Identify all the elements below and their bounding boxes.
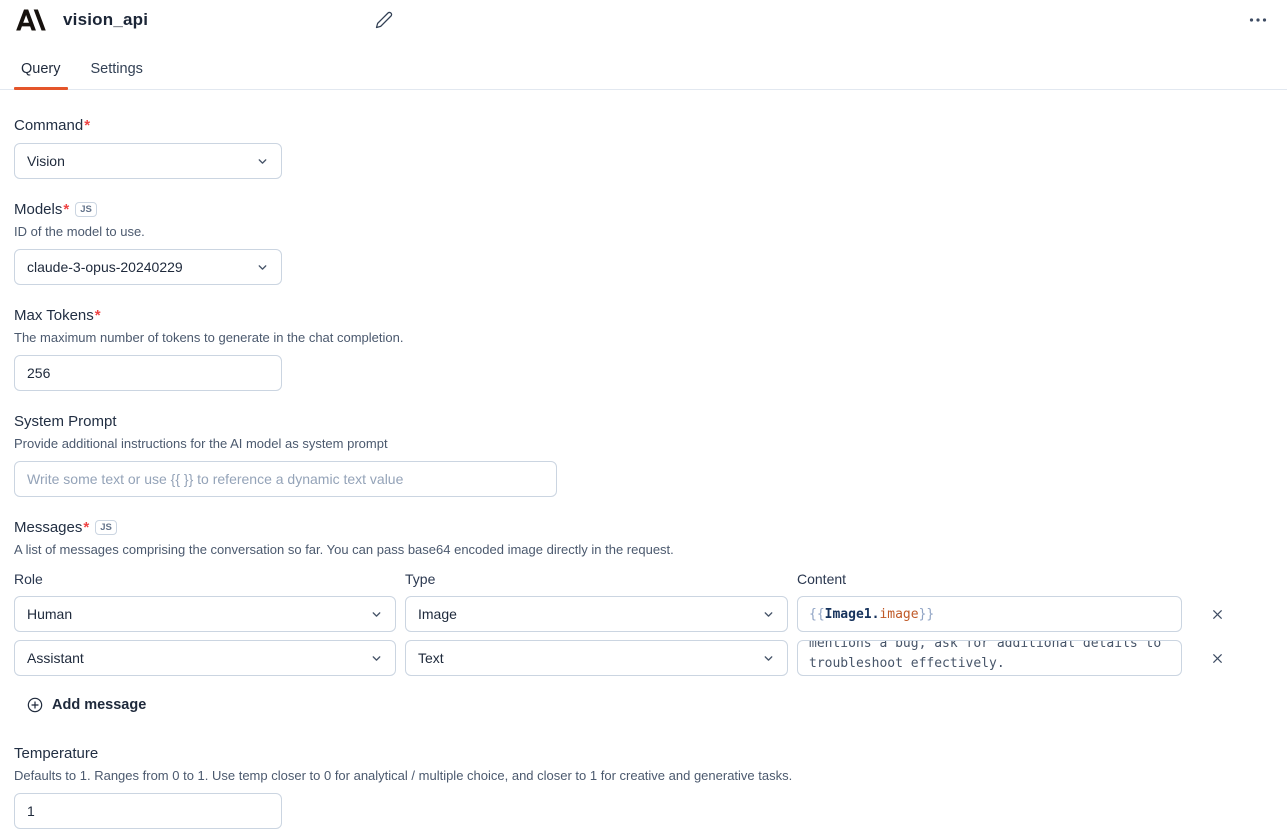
edit-title-button[interactable]	[371, 7, 397, 33]
models-helper-text: ID of the model to use.	[14, 224, 1273, 239]
max-tokens-label: Max Tokens*	[14, 307, 101, 324]
field-max-tokens: Max Tokens* The maximum number of tokens…	[14, 307, 1273, 391]
message-2-type-value: Text	[418, 650, 444, 666]
field-command: Command* Vision	[14, 117, 1273, 179]
field-models: Models* JS ID of the model to use. claud…	[14, 201, 1273, 285]
chevron-down-icon	[762, 652, 775, 665]
field-system-prompt: System Prompt Provide additional instruc…	[14, 413, 1273, 497]
more-options-button[interactable]	[1245, 13, 1271, 27]
max-tokens-input[interactable]	[14, 355, 282, 391]
plus-circle-icon	[27, 697, 43, 713]
system-prompt-input[interactable]	[14, 461, 557, 497]
close-icon	[1211, 652, 1224, 665]
message-1-role-select[interactable]: Human	[14, 596, 396, 632]
required-mark: *	[95, 307, 101, 324]
close-icon	[1211, 608, 1224, 621]
message-2-role-value: Assistant	[27, 650, 84, 666]
system-prompt-helper-text: Provide additional instructions for the …	[14, 436, 1273, 451]
anthropic-logo-icon	[16, 7, 46, 33]
message-1-type-select[interactable]: Image	[405, 596, 788, 632]
models-label: Models*	[14, 201, 69, 218]
command-select[interactable]: Vision	[14, 143, 282, 179]
page-title: vision_api	[63, 10, 371, 30]
message-2-remove-button[interactable]	[1203, 644, 1231, 672]
tab-bar: Query Settings	[0, 40, 1287, 90]
required-mark: *	[83, 519, 89, 536]
add-message-button[interactable]: Add message	[21, 693, 152, 717]
required-mark: *	[63, 201, 69, 218]
template-brace: }}	[919, 607, 935, 622]
pencil-icon	[375, 11, 393, 29]
messages-grid: Role Type Content Human Image {{Image1.i…	[14, 571, 1273, 676]
messages-label: Messages*	[14, 519, 89, 536]
models-js-toggle[interactable]: JS	[75, 202, 97, 217]
chevron-down-icon	[256, 155, 269, 168]
messages-js-toggle[interactable]: JS	[95, 520, 117, 535]
add-message-row: Add message	[14, 693, 1273, 718]
column-header-content: Content	[797, 571, 1182, 587]
chevron-down-icon	[762, 608, 775, 621]
template-brace: {{	[809, 607, 825, 622]
chevron-down-icon	[256, 261, 269, 274]
message-2-type-select[interactable]: Text	[405, 640, 788, 676]
messages-helper-text: A list of messages comprising the conver…	[14, 542, 1273, 557]
message-2-content-input[interactable]: mentions a bug, ask for additional detai…	[797, 640, 1182, 676]
temperature-input[interactable]	[14, 793, 282, 829]
message-1-role-value: Human	[27, 606, 72, 622]
max-tokens-helper-text: The maximum number of tokens to generate…	[14, 330, 1273, 345]
query-form: Command* Vision Models* JS ID of the mod…	[0, 90, 1287, 829]
content-line: troubleshoot effectively.	[809, 654, 1170, 674]
template-variable: Image1.	[825, 607, 880, 622]
field-messages: Messages* JS A list of messages comprisi…	[14, 519, 1273, 718]
temperature-label: Temperature	[14, 745, 98, 762]
app-header: vision_api	[0, 0, 1287, 40]
required-mark: *	[84, 117, 90, 134]
column-header-role: Role	[14, 571, 396, 587]
ellipsis-icon	[1249, 17, 1267, 23]
field-temperature: Temperature Defaults to 1. Ranges from 0…	[14, 745, 1273, 829]
chevron-down-icon	[370, 652, 383, 665]
temperature-helper-text: Defaults to 1. Ranges from 0 to 1. Use t…	[14, 768, 1273, 783]
tab-settings[interactable]: Settings	[84, 51, 150, 89]
add-message-label: Add message	[52, 697, 146, 713]
message-1-type-value: Image	[418, 606, 457, 622]
message-2-role-select[interactable]: Assistant	[14, 640, 396, 676]
models-select-value: claude-3-opus-20240229	[27, 259, 183, 275]
message-1-remove-button[interactable]	[1203, 600, 1231, 628]
chevron-down-icon	[370, 608, 383, 621]
command-label: Command*	[14, 117, 90, 134]
column-header-type: Type	[405, 571, 788, 587]
template-property: image	[879, 607, 918, 622]
command-select-value: Vision	[27, 153, 65, 169]
system-prompt-label: System Prompt	[14, 413, 117, 430]
tab-query[interactable]: Query	[14, 51, 68, 89]
content-line: mentions a bug, ask for additional detai…	[809, 640, 1170, 654]
models-select[interactable]: claude-3-opus-20240229	[14, 249, 282, 285]
message-1-content-input[interactable]: {{Image1.image}}	[797, 596, 1182, 632]
